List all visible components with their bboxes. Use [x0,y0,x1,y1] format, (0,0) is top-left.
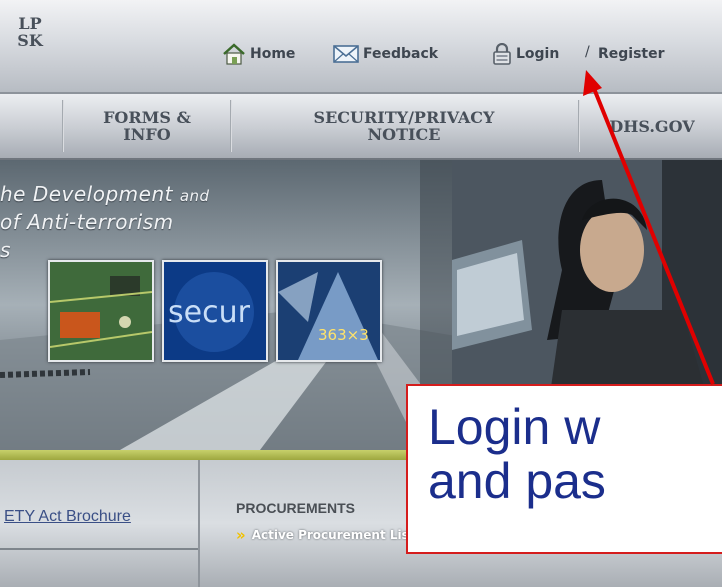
annotation-arrow [583,70,715,385]
page: Home Feedback Login / Register LP SK FOR… [0,0,722,587]
